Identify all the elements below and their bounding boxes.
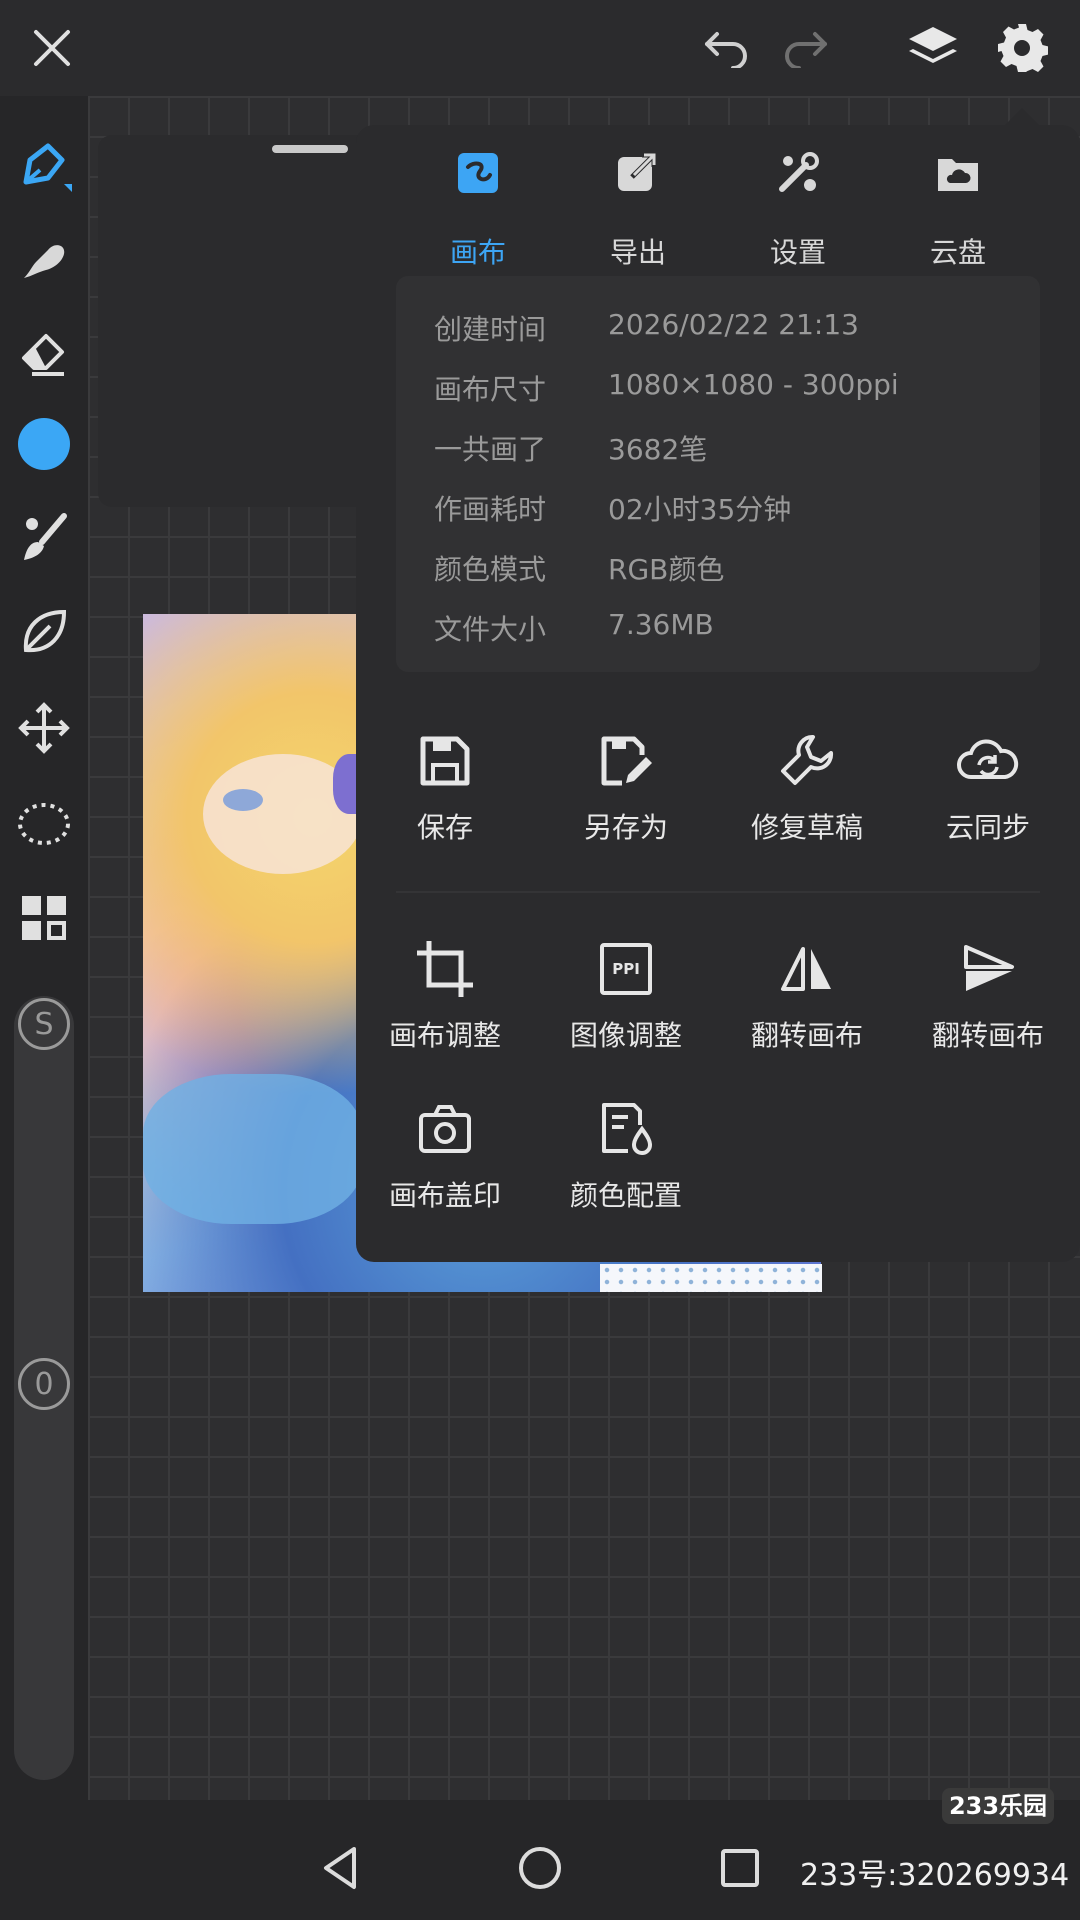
tab-canvas-label: 画布 <box>449 236 506 269</box>
info-key: 文件大小 <box>434 613 547 646</box>
flip-horizontal-icon <box>772 934 842 1004</box>
info-value: RGB颜色 <box>608 553 725 586</box>
flip-vertical-label: 翻转画布 <box>931 1019 1044 1052</box>
image-adjust-button[interactable]: PPI 图像调整 <box>541 934 711 1064</box>
info-value: 2026/02/22 21:13 <box>608 308 859 341</box>
recents-icon[interactable] <box>712 1840 768 1896</box>
gear-icon[interactable] <box>990 16 1054 80</box>
repair-draft-button[interactable]: 修复草稿 <box>722 726 892 856</box>
info-row: 创建时间 2026/02/22 21:13 <box>396 308 1040 348</box>
flip-vertical-button[interactable]: 翻转画布 <box>903 934 1073 1064</box>
canvas-stamp-button[interactable]: 画布盖印 <box>360 1094 530 1224</box>
canvas-stamp-label: 画布盖印 <box>388 1179 501 1212</box>
color-profile-label: 颜色配置 <box>569 1179 682 1212</box>
tab-export-label: 导出 <box>609 236 666 269</box>
info-row: 文件大小 7.36MB <box>396 608 1040 648</box>
info-value: 3682笔 <box>608 433 708 466</box>
image-adjust-label: 图像调整 <box>569 1019 682 1052</box>
flip-horizontal-button[interactable]: 翻转画布 <box>722 934 892 1064</box>
tab-cloud[interactable]: 云盘 <box>888 149 1028 269</box>
cloud-drive-icon <box>934 149 982 197</box>
info-value: 1080×1080 - 300ppi <box>608 368 899 401</box>
opacity-badge: 0 <box>16 1356 72 1412</box>
tab-cloud-label: 云盘 <box>929 236 986 269</box>
info-row: 作画耗时 02小时35分钟 <box>396 488 1040 528</box>
home-icon[interactable] <box>512 1840 568 1896</box>
info-row: 画布尺寸 1080×1080 - 300ppi <box>396 368 1040 408</box>
lasso-select-icon[interactable] <box>12 792 76 856</box>
canvas-adjust-button[interactable]: 画布调整 <box>360 934 530 1064</box>
canvas-info-box: 创建时间 2026/02/22 21:13 画布尺寸 1080×1080 - 3… <box>396 276 1040 672</box>
flip-vertical-icon <box>953 934 1023 1004</box>
info-value: 7.36MB <box>608 608 714 641</box>
smudge-icon[interactable] <box>12 226 76 290</box>
save-label: 保存 <box>416 811 473 844</box>
repair-draft-label: 修复草稿 <box>750 811 863 844</box>
close-icon[interactable] <box>24 20 80 76</box>
color-swatch[interactable] <box>14 414 74 474</box>
camera-icon <box>410 1094 480 1164</box>
info-key: 颜色模式 <box>434 553 547 586</box>
menu-pointer <box>1004 108 1040 126</box>
layers-icon[interactable] <box>900 18 966 78</box>
canvas-icon <box>454 149 502 197</box>
move-icon[interactable] <box>12 696 76 760</box>
info-key: 创建时间 <box>434 313 547 346</box>
tab-settings-label: 设置 <box>769 236 826 269</box>
eraser-icon[interactable] <box>12 320 76 384</box>
info-value: 02小时35分钟 <box>608 493 792 526</box>
crop-icon <box>410 934 480 1004</box>
save-icon <box>410 726 480 796</box>
tab-export[interactable]: 导出 <box>568 149 708 269</box>
brush-icon[interactable] <box>12 506 76 570</box>
ppi-icon-text: PPI <box>600 943 652 995</box>
back-icon[interactable] <box>312 1840 368 1896</box>
color-profile-button[interactable]: 颜色配置 <box>541 1094 711 1224</box>
cloud-sync-button[interactable]: 云同步 <box>903 726 1073 856</box>
info-row: 一共画了 3682笔 <box>396 428 1040 468</box>
save-button[interactable]: 保存 <box>360 726 530 856</box>
flip-horizontal-label: 翻转画布 <box>750 1019 863 1052</box>
info-key: 画布尺寸 <box>434 373 547 406</box>
watermark-text: 233号:320269934 <box>800 1858 1070 1893</box>
save-as-button[interactable]: 另存为 <box>541 726 711 856</box>
settings-tools-icon <box>774 149 822 197</box>
size-badge: S <box>16 996 72 1052</box>
section-divider <box>396 891 1040 893</box>
info-key: 一共画了 <box>434 433 547 466</box>
grid-layout-icon[interactable] <box>14 888 74 948</box>
cloud-sync-icon <box>953 726 1023 796</box>
tab-settings[interactable]: 设置 <box>728 149 868 269</box>
wrench-icon <box>772 726 842 796</box>
artwork-pattern <box>600 1264 822 1292</box>
canvas-adjust-label: 画布调整 <box>388 1019 501 1052</box>
save-as-icon <box>591 726 661 796</box>
left-toolbar: S 0 <box>0 96 88 1800</box>
drag-handle[interactable] <box>272 145 348 153</box>
info-row: 颜色模式 RGB颜色 <box>396 548 1040 588</box>
top-bar <box>0 0 1080 96</box>
save-as-label: 另存为 <box>583 811 668 844</box>
opacity-badge-label: 0 <box>18 1358 70 1410</box>
opacity-slider[interactable] <box>14 1356 74 1780</box>
export-icon <box>614 149 662 197</box>
info-key: 作画耗时 <box>434 493 547 526</box>
tab-canvas[interactable]: 画布 <box>408 149 548 269</box>
color-profile-icon <box>591 1094 661 1164</box>
watermark-logo: 233乐园 <box>942 1788 1054 1824</box>
undo-icon[interactable] <box>696 22 756 74</box>
pen-tool-icon[interactable] <box>10 132 78 200</box>
size-badge-label: S <box>18 998 70 1050</box>
leaf-shape-icon[interactable] <box>12 600 76 664</box>
ppi-icon: PPI <box>591 934 661 1004</box>
redo-icon[interactable] <box>776 22 836 74</box>
cloud-sync-label: 云同步 <box>945 811 1030 844</box>
